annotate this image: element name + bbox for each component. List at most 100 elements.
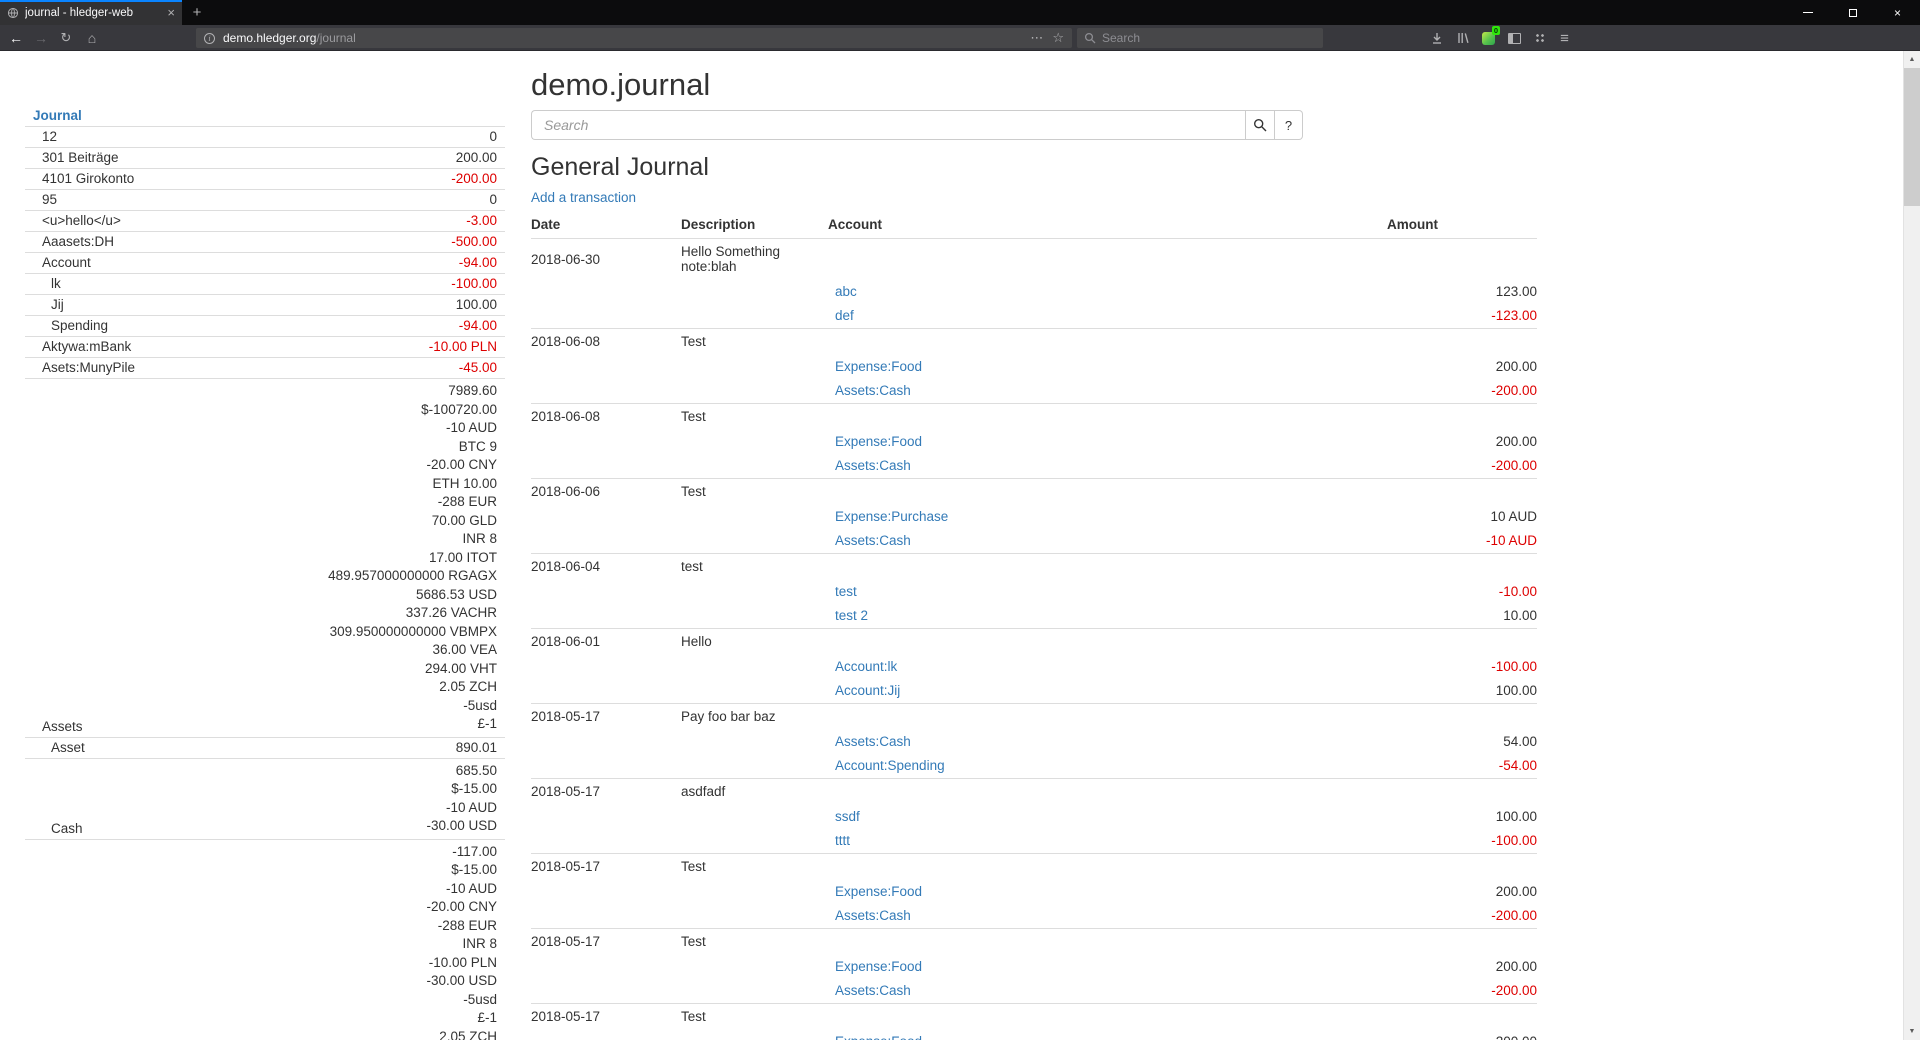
site-info-icon[interactable]: i [204,33,215,44]
scroll-down-button[interactable]: ▼ [1904,1023,1920,1040]
search-help-button[interactable]: ? [1275,110,1303,140]
posting-account-link[interactable]: Account:Spending [828,758,945,773]
sidebar-account-row: 95 0 [25,190,505,211]
browser-search-field[interactable]: Search [1077,28,1323,48]
transaction-date: 2018-05-17 [531,1004,681,1030]
transaction-date: 2018-05-17 [531,704,681,730]
scrollbar-thumb[interactable] [1904,68,1920,206]
posting-row: ssdf 100.00 [531,804,1537,829]
sidebar-account-link[interactable]: Account [42,255,91,270]
posting-account-link[interactable]: Assets:Cash [828,533,911,548]
page-actions-icon[interactable]: ⋯ [1021,30,1052,46]
menu-button[interactable]: ≡ [1552,25,1577,51]
transaction-date: 2018-06-08 [531,404,681,430]
posting-account-link[interactable]: tttt [828,833,850,848]
sidebar-account-link[interactable]: 4101 Girokonto [42,171,134,186]
sidebar-account-link[interactable]: 12 [42,129,57,144]
forward-button[interactable]: → [29,25,53,51]
posting-account-link[interactable]: Expense:Purchase [828,509,948,524]
sidebar-account-link[interactable]: Asets:MunyPile [42,360,135,375]
posting-account-link[interactable]: Account:Jij [828,683,900,698]
sidebar-account-link[interactable]: Aktywa:mBank [42,339,131,354]
home-button[interactable]: ⌂ [80,25,104,51]
sidebar-account-link[interactable]: Asset [51,740,85,755]
posting-account-link[interactable]: def [828,308,854,323]
minimize-icon [1803,12,1813,13]
library-button[interactable] [1450,25,1475,51]
posting-account-link[interactable]: Assets:Cash [828,458,911,473]
sidebar-account-link[interactable]: lk [51,276,61,291]
journal-table-body: 2018-06-30 Hello Something note:blah abc… [531,239,1537,1040]
transaction-description: Test [681,929,828,955]
journal-search-button[interactable] [1245,110,1275,140]
journal-search-input[interactable] [531,110,1245,140]
downloads-button[interactable] [1424,25,1449,51]
posting-amount: -100.00 [1387,829,1537,854]
transaction-row: 2018-05-17 Test [531,854,1537,880]
window-close-button[interactable]: × [1875,0,1920,25]
sidebar-account-balance: 685.50$-15.00-10 AUD-30.00 USD [212,758,505,839]
tab-close-icon[interactable]: × [167,6,175,19]
address-bar[interactable]: i demo.hledger.org /journal ⋯ ☆ [196,28,1072,48]
posting-account-link[interactable]: Expense:Food [828,959,922,974]
transaction-description: Test [681,329,828,355]
posting-account-link[interactable]: Expense:Food [828,1034,922,1040]
posting-account-link[interactable]: Expense:Food [828,359,922,374]
transaction-row: 2018-06-08 Test [531,329,1537,355]
posting-amount: 200.00 [1387,954,1537,979]
posting-account-link[interactable]: test [828,584,857,599]
posting-account-link[interactable]: Account:lk [828,659,897,674]
sidebar-account-link[interactable]: Spending [51,318,108,333]
transaction-row: 2018-05-17 Pay foo bar baz [531,704,1537,730]
titlebar: journal - hledger-web × + × [0,0,1920,25]
posting-account-link[interactable]: abc [828,284,857,299]
posting-account-link[interactable]: Expense:Food [828,434,922,449]
sidebar-account-link[interactable]: Assets [42,719,83,734]
transaction-date: 2018-06-08 [531,329,681,355]
library-icon [1456,31,1470,45]
posting-account-link[interactable]: ssdf [828,809,860,824]
posting-amount: 100.00 [1387,804,1537,829]
sidebar-account-link[interactable]: 301 Beiträge [42,150,119,165]
browser-search-placeholder: Search [1102,31,1140,45]
grid-icon [1534,32,1546,44]
page-title: demo.journal [531,51,1537,102]
posting-row: abc 123.00 [531,279,1537,304]
window-restore-button[interactable] [1830,0,1875,25]
browser-tab[interactable]: journal - hledger-web × [0,0,182,25]
posting-account-link[interactable]: Assets:Cash [828,383,911,398]
scroll-up-button[interactable]: ▲ [1904,51,1920,68]
extension-button[interactable]: 0 [1476,25,1501,51]
vertical-scrollbar[interactable]: ▲ ▼ [1903,51,1920,1040]
add-transaction-link[interactable]: Add a transaction [531,190,636,205]
accounts-table: Journal 12 0 301 Beiträge 200.00 4101 Gi… [25,106,505,1040]
sidebar-account-link[interactable]: <u>hello</u> [42,213,121,228]
sidebar-account-balance: -500.00 [212,232,505,253]
posting-amount: -10 AUD [1387,529,1537,554]
sidebar-account-row: Asset 890.01 [25,737,505,758]
column-header-account: Account [828,213,1387,239]
window-minimize-button[interactable] [1785,0,1830,25]
sidebar-toggle-button[interactable] [1502,25,1527,51]
back-button[interactable]: ← [4,25,28,51]
column-header-amount: Amount [1387,213,1537,239]
sidebar-account-link[interactable]: Cash [51,821,83,836]
posting-amount: 100.00 [1387,679,1537,704]
sidebar-account-link[interactable]: Jij [51,297,64,312]
apps-button[interactable] [1527,25,1552,51]
posting-account-link[interactable]: Assets:Cash [828,908,911,923]
posting-account-link[interactable]: Expense:Food [828,884,922,899]
url-host: demo.hledger.org [223,31,316,45]
sidebar-account-link[interactable]: Aaasets:DH [42,234,114,249]
transaction-description: Test [681,479,828,505]
reload-button[interactable]: ↻ [54,25,78,51]
new-tab-button[interactable]: + [182,0,212,25]
posting-account-link[interactable]: Assets:Cash [828,983,911,998]
sidebar-toggle-icon [1508,33,1521,44]
posting-account-link[interactable]: Assets:Cash [828,734,911,749]
bookmark-star-icon[interactable]: ☆ [1052,30,1064,46]
sidebar-account-link[interactable]: 95 [42,192,57,207]
journal-nav-link[interactable]: Journal [33,108,82,123]
posting-row: Account:lk -100.00 [531,654,1537,679]
posting-account-link[interactable]: test 2 [828,608,868,623]
